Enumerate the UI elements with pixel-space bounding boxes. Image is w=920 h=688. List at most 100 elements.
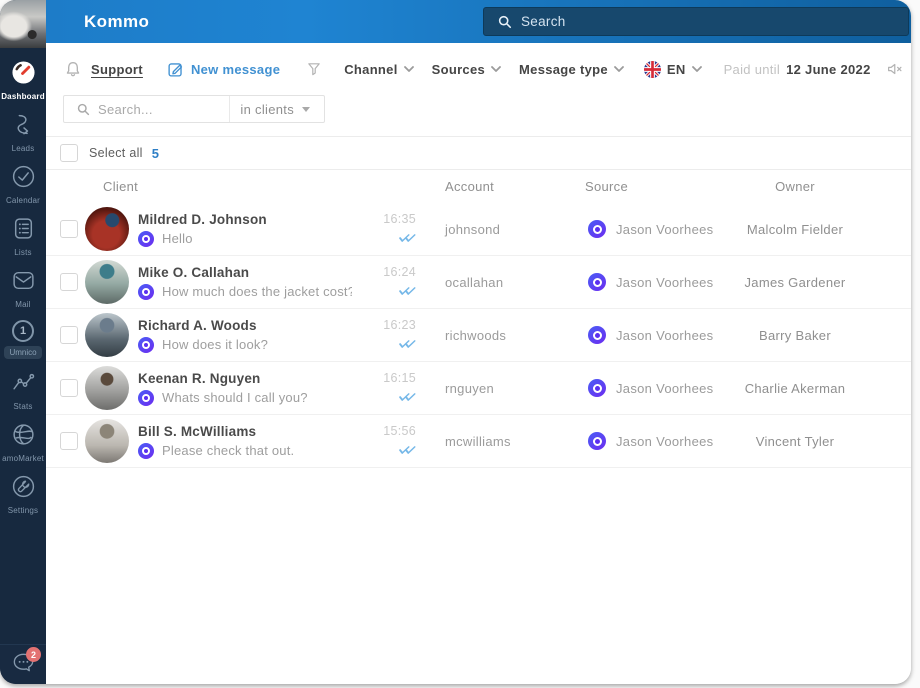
client-search-input[interactable]: Search... [98, 102, 229, 117]
row-checkbox[interactable] [60, 220, 78, 238]
select-all-checkbox[interactable] [60, 144, 78, 162]
table-row[interactable]: Mike O. Callahan How much does the jacke… [46, 256, 911, 309]
sidebar-item-settings[interactable]: Settings [0, 469, 46, 521]
global-search-input[interactable]: Search [483, 7, 909, 36]
sources-dropdown[interactable]: Sources [432, 62, 501, 77]
table-row[interactable]: Mildred D. Johnson Hello 16:35 [46, 203, 911, 256]
message-type-label: Message type [519, 62, 608, 77]
client-text: Keenan R. Nguyen Whats should I call you… [138, 371, 308, 406]
row-checkbox[interactable] [60, 379, 78, 397]
row-checkbox-cell [60, 432, 85, 450]
sidebar-item-amomarket[interactable]: amoMarket [0, 417, 46, 469]
table-row[interactable]: Bill S. McWilliams Please check that out… [46, 415, 911, 468]
wrench-icon [11, 474, 36, 504]
client-name: Bill S. McWilliams [138, 424, 294, 439]
column-header-owner: Owner [730, 179, 860, 194]
umnico-source-icon [588, 432, 606, 450]
owner-cell: Vincent Tyler [730, 434, 860, 449]
client-name: Mildred D. Johnson [138, 212, 267, 227]
client-search-row: Search... in clients [46, 95, 911, 137]
support-chat-button[interactable]: 2 [0, 644, 46, 684]
source-name: Jason Voorhees [616, 381, 713, 396]
message-type-dropdown[interactable]: Message type [519, 62, 624, 77]
table-row[interactable]: Richard A. Woods How does it look? 16:23 [46, 309, 911, 362]
select-all-row: Select all 5 [46, 137, 911, 170]
message-text: Hello [162, 231, 193, 246]
paid-until-date: 12 June 2022 [786, 62, 871, 77]
client-last-message: How does it look? [138, 337, 268, 353]
sidebar-item-label: Calendar [6, 196, 40, 205]
table-row[interactable]: Keenan R. Nguyen Whats should I call you… [46, 362, 911, 415]
main-content: Support New message Channel Sources Mess… [46, 43, 911, 684]
sidebar-item-lists[interactable]: Lists [0, 211, 46, 263]
topbar: Kommo Search [46, 0, 911, 43]
avatar [85, 366, 129, 410]
corner-background-photo [0, 0, 46, 48]
bell-icon[interactable] [64, 60, 82, 78]
source-name: Jason Voorhees [616, 328, 713, 343]
row-checkbox-cell [60, 326, 85, 344]
search-scope-dropdown[interactable]: in clients [229, 96, 324, 122]
sidebar-item-calendar[interactable]: Calendar [0, 159, 46, 211]
client-cell: Mildred D. Johnson Hello 16:35 [85, 203, 430, 255]
message-text: How does it look? [162, 337, 268, 352]
row-checkbox[interactable] [60, 273, 78, 291]
sidebar-item-stats[interactable]: Stats [0, 365, 46, 417]
source-name: Jason Voorhees [616, 222, 713, 237]
account-cell: ocallahan [430, 275, 570, 290]
channel-dropdown[interactable]: Channel [344, 62, 413, 77]
paid-until-label: Paid until [724, 62, 780, 77]
time-block: 15:56 [383, 424, 416, 455]
toolbar: Support New message Channel Sources Mess… [46, 43, 911, 95]
client-last-message: How much does the jacket cost? [138, 284, 352, 300]
umnico-source-icon [588, 326, 606, 344]
account-cell: mcwilliams [430, 434, 570, 449]
app-window: Dashboard Leads Calendar Lists Mail [0, 0, 911, 684]
sidebar-item-label: Stats [13, 402, 32, 411]
sidebar-item-mail[interactable]: Mail [0, 263, 46, 315]
kommo-logo[interactable]: Kommo [84, 12, 149, 32]
client-table-body: Mildred D. Johnson Hello 16:35 [46, 203, 911, 468]
row-checkbox-cell [60, 379, 85, 397]
avatar [85, 419, 129, 463]
sidebar-spacer [0, 521, 46, 644]
sidebar-item-label: Settings [8, 506, 39, 515]
chevron-down-icon [404, 66, 414, 73]
account-cell: rnguyen [430, 381, 570, 396]
umnico-source-icon [588, 220, 606, 238]
sidebar-item-dashboard[interactable]: Dashboard [0, 55, 46, 107]
sidebar-item-leads[interactable]: Leads [0, 107, 46, 159]
client-text: Mildred D. Johnson Hello [138, 212, 267, 247]
umnico-source-icon [588, 273, 606, 291]
sidebar-item-label: Lists [14, 248, 31, 257]
double-check-icon [398, 286, 417, 296]
message-text: Please check that out. [162, 443, 294, 458]
sidebar: Dashboard Leads Calendar Lists Mail [0, 0, 46, 684]
row-checkbox[interactable] [60, 326, 78, 344]
search-scope-label: in clients [240, 102, 294, 117]
row-checkbox[interactable] [60, 432, 78, 450]
mute-icon[interactable] [887, 62, 905, 76]
channel-label: Channel [344, 62, 397, 77]
client-cell: Bill S. McWilliams Please check that out… [85, 415, 430, 467]
clipboard-icon [11, 216, 36, 246]
avatar [85, 313, 129, 357]
source-name: Jason Voorhees [616, 275, 713, 290]
sidebar-item-umnico[interactable]: 1 Umnico [0, 315, 46, 365]
source-cell: Jason Voorhees [570, 379, 730, 397]
double-check-icon [398, 392, 417, 402]
column-header-client: Client [85, 179, 430, 194]
filter-funnel-icon[interactable] [306, 61, 322, 77]
source-cell: Jason Voorhees [570, 273, 730, 291]
support-link[interactable]: Support [91, 62, 143, 77]
chevron-down-icon [491, 66, 501, 73]
new-message-button[interactable]: New message [191, 62, 280, 77]
row-checkbox-cell [60, 220, 85, 238]
owner-cell: James Gardener [730, 275, 860, 290]
new-message-icon[interactable] [167, 61, 184, 78]
sidebar-item-label: Umnico [4, 346, 41, 359]
double-check-icon [398, 339, 417, 349]
language-dropdown[interactable]: EN [644, 61, 702, 78]
circle-check-icon [11, 164, 36, 194]
chevron-down-icon [614, 66, 624, 73]
